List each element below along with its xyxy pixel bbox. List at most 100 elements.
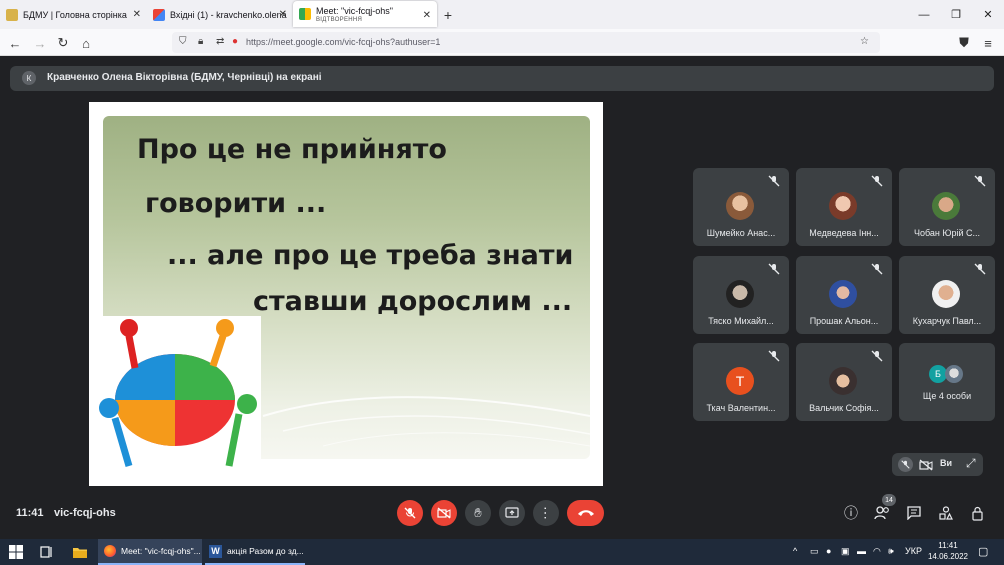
participant-tile[interactable]: Чобан Юрій С... <box>899 168 995 246</box>
bookmark-star-icon[interactable]: ☆ <box>860 36 869 47</box>
tab-title: БДМУ | Головна сторінка <box>23 9 127 20</box>
mic-toggle-button[interactable] <box>397 500 423 526</box>
camera-off-icon <box>437 507 451 519</box>
puzzle-clipart <box>89 316 261 467</box>
volume-icon[interactable]: 🕪︎ <box>888 546 894 557</box>
reload-icon[interactable]: ↻ <box>54 34 72 52</box>
info-icon: ⓘ <box>844 505 858 521</box>
show-hidden-icons-icon[interactable]: ^ <box>793 546 797 556</box>
participant-name: Вальчик Софія... <box>809 403 879 413</box>
participant-name: Тяско Михайл... <box>708 316 774 326</box>
menu-icon[interactable]: ≡ <box>979 34 997 52</box>
tab-subtitle: ВІДТВОРЕННЯ <box>316 16 363 23</box>
participant-avatar <box>945 365 963 383</box>
tab-meet[interactable]: Meet: "vic-fcqj-ohs" ВІДТВОРЕННЯ ✕ <box>293 1 437 27</box>
task-view-icon[interactable] <box>38 544 54 560</box>
chat-button[interactable] <box>905 504 923 522</box>
participant-tile[interactable]: Кухарчук Павл... <box>899 256 995 334</box>
leave-call-button[interactable] <box>567 500 604 526</box>
activities-icon <box>939 506 953 520</box>
people-button[interactable] <box>873 504 891 522</box>
mic-off-icon <box>974 175 986 187</box>
present-icon <box>505 507 519 518</box>
back-icon[interactable]: ← <box>6 34 24 52</box>
url-text: https://meet.google.com/vic-fcqj-ohs?aut… <box>246 37 441 47</box>
mic-permission-icon[interactable]: ● <box>232 36 238 47</box>
camera-off-icon[interactable] <box>919 458 933 476</box>
mic-off-icon <box>871 263 883 275</box>
restore-icon[interactable]: ❐ <box>940 0 972 29</box>
mic-off-icon <box>768 350 780 362</box>
host-controls-button[interactable] <box>969 504 987 522</box>
participant-tile[interactable]: Т Ткач Валентин... <box>693 343 789 421</box>
tray-share-icon[interactable]: ▣ <box>841 546 850 557</box>
participant-tile[interactable]: Прошак Альон... <box>796 256 892 334</box>
participant-name: Кухарчук Павл... <box>912 316 982 326</box>
word-icon: W <box>209 544 222 558</box>
close-window-icon[interactable]: ✕ <box>972 0 1004 29</box>
raise-hand-button[interactable]: ✋︎ <box>465 500 491 526</box>
self-view-bar[interactable]: Ви ⤢ <box>892 453 983 476</box>
clock-time[interactable]: 11:41 <box>930 541 966 550</box>
participant-name: Медведева Інн... <box>809 228 879 238</box>
language-indicator[interactable]: УКР <box>905 546 922 556</box>
wifi-icon[interactable]: ◠ <box>873 546 881 557</box>
presenter-avatar: К <box>22 71 36 85</box>
windows-taskbar: Meet: "vic-fcqj-ohs"... W акція Разом до… <box>0 539 1004 565</box>
presenter-banner: К Кравченко Олена Вікторівна (БДМУ, Черн… <box>10 66 994 91</box>
tab-title: Meet: "vic-fcqj-ohs" ВІДТВОРЕННЯ <box>316 5 393 23</box>
tray-mic-icon[interactable]: ● <box>826 546 831 556</box>
lock-icon[interactable]: 🔒︎ <box>198 36 203 47</box>
present-screen-button[interactable] <box>499 500 525 526</box>
forward-icon[interactable]: → <box>31 34 49 52</box>
participant-avatar <box>829 280 857 308</box>
tab-bdmu[interactable]: БДМУ | Головна сторінка ✕ <box>0 0 147 29</box>
self-label: Ви <box>940 458 953 468</box>
clock-date[interactable]: 14.06.2022 <box>926 552 970 561</box>
activities-button[interactable] <box>937 504 955 522</box>
chat-icon <box>907 506 921 520</box>
participant-tile[interactable]: Вальчик Софія... <box>796 343 892 421</box>
participant-tile[interactable]: Шумейко Анас... <box>693 168 789 246</box>
participant-name: Ткач Валентин... <box>706 403 776 413</box>
minimize-icon[interactable]: — <box>908 0 940 29</box>
expand-icon[interactable]: ⤢ <box>966 456 976 471</box>
people-count-badge: 14 <box>882 494 896 506</box>
more-participants-tile[interactable]: Б Ще 4 особи <box>899 343 995 421</box>
participant-initial-avatar: Т <box>726 367 754 395</box>
mic-off-icon <box>974 263 986 275</box>
pocket-icon[interactable]: ⛊ <box>955 34 973 52</box>
url-bar[interactable]: ⛉ 🔒︎ ⇄ ● https://meet.google.com/vic-fcq… <box>172 32 880 53</box>
close-tab-icon[interactable]: ✕ <box>423 10 431 21</box>
new-tab-button[interactable]: + <box>437 0 459 29</box>
more-options-button[interactable]: ⋯ <box>533 500 559 526</box>
permissions-icon[interactable]: ⇄ <box>216 36 224 47</box>
home-icon[interactable]: ⌂ <box>77 34 95 52</box>
participant-tile[interactable]: Тяско Михайл... <box>693 256 789 334</box>
camera-toggle-button[interactable] <box>431 500 457 526</box>
mic-off-icon[interactable] <box>898 457 913 472</box>
taskbar-firefox-meet[interactable]: Meet: "vic-fcqj-ohs"... <box>98 539 202 565</box>
mic-off-icon <box>404 507 416 519</box>
file-explorer-icon[interactable] <box>72 544 88 560</box>
shield-icon[interactable]: ⛉ <box>179 36 187 47</box>
browser-nav-bar: ← → ↻ ⌂ ⛉ 🔒︎ ⇄ ● https://meet.google.com… <box>0 29 1004 56</box>
firefox-icon <box>104 545 116 557</box>
tab-gmail[interactable]: Вхідні (1) - kravchenko.olena@ ✕ <box>147 0 293 29</box>
meeting-details-button[interactable]: ⓘ <box>842 504 860 522</box>
hang-up-icon <box>577 510 594 516</box>
hand-icon: ✋︎ <box>474 505 482 520</box>
close-tab-icon[interactable]: ✕ <box>279 9 287 20</box>
university-favicon-icon <box>6 8 18 21</box>
tray-battery-icon[interactable]: ▬ <box>857 546 866 556</box>
close-tab-icon[interactable]: ✕ <box>133 9 141 20</box>
meet-icon <box>299 8 311 20</box>
gmail-icon <box>153 8 165 21</box>
notifications-icon[interactable]: ▢ <box>978 545 988 558</box>
participant-tile[interactable]: Медведева Інн... <box>796 168 892 246</box>
taskbar-word-doc[interactable]: W акція Разом до зд... <box>205 539 305 565</box>
participant-avatar <box>932 280 960 308</box>
participant-name: Прошак Альон... <box>809 316 879 326</box>
windows-start-icon[interactable] <box>8 544 24 560</box>
tray-device-icon[interactable]: ▭ <box>810 546 819 557</box>
